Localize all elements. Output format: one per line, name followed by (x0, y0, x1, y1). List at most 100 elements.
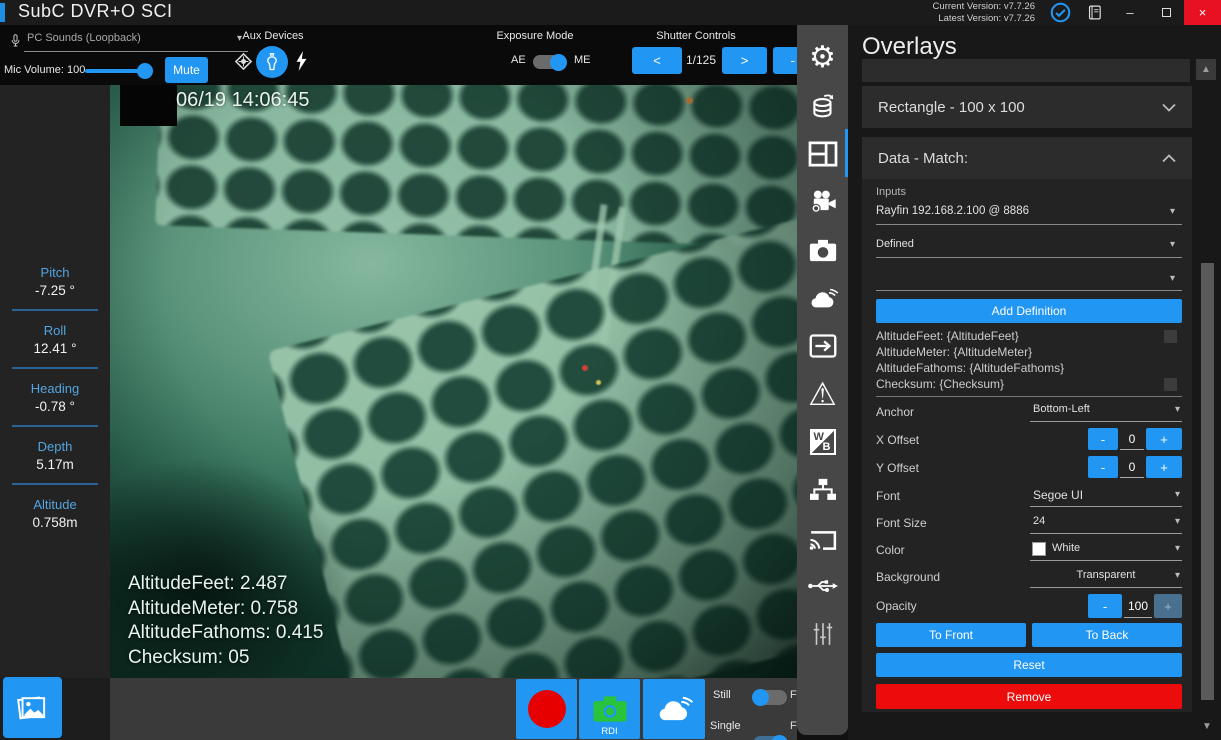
font-dropdown-icon: ▾ (1175, 489, 1180, 500)
definition-row[interactable]: AltitudeFathoms: {AltitudeFathoms} (876, 360, 1064, 376)
to-front-button[interactable]: To Front (876, 623, 1026, 647)
video-feed: 06/19 14:06:45 AltitudeFeet: 2.487 Altit… (110, 85, 797, 678)
telemetry-separator (12, 367, 98, 369)
remove-button[interactable]: Remove (876, 684, 1182, 709)
shutter-extra-button[interactable]: - (773, 47, 797, 74)
color-value: White (1052, 542, 1080, 554)
altitude-label: Altitude (0, 497, 110, 512)
export-icon[interactable] (797, 322, 848, 370)
adjustments-sliders-icon[interactable] (797, 610, 848, 658)
input-mode-select[interactable]: Defined (876, 238, 914, 250)
data-match-expander[interactable]: Data - Match: (862, 137, 1192, 179)
cloud-upload-button[interactable] (643, 679, 705, 739)
definition-underline (876, 290, 1182, 291)
plus-icon: + (1160, 432, 1168, 447)
font-size-select[interactable]: 24 ▾ (1030, 512, 1182, 534)
definition-row[interactable]: AltitudeFeet: {AltitudeFeet} (876, 328, 1064, 344)
exposure-toggle-knob (550, 54, 567, 71)
x-offset-plus-button[interactable]: + (1146, 428, 1182, 450)
color-select[interactable]: White ▾ (1030, 539, 1182, 561)
scroll-down-icon: ▼ (1202, 721, 1212, 732)
overlays-layout-icon[interactable] (797, 130, 848, 178)
mic-volume-slider-track[interactable] (85, 69, 145, 73)
exposure-me-label: ME (574, 54, 591, 66)
telemetry-heading: Heading -0.78 ° (0, 381, 110, 414)
close-button[interactable]: × (1184, 0, 1221, 25)
mute-button[interactable]: Mute (165, 57, 208, 83)
to-back-button[interactable]: To Back (1032, 623, 1182, 647)
exposure-mode-toggle[interactable] (533, 55, 566, 69)
white-balance-icon[interactable]: WB (797, 418, 848, 466)
background-label: Background (876, 570, 940, 584)
opacity-minus-button[interactable]: - (1088, 594, 1122, 618)
still-capture-button[interactable]: RDI (579, 679, 640, 739)
app-title: SubC DVR+O SCI (18, 1, 173, 22)
scroll-down-button[interactable]: ▼ (1197, 716, 1217, 737)
rectangle-overlay-title: Rectangle - 100 x 100 (878, 99, 1025, 116)
reset-button[interactable]: Reset (876, 653, 1182, 677)
single-mode-toggle[interactable] (753, 736, 787, 740)
light-aux-button[interactable] (256, 46, 288, 78)
to-front-label: To Front (929, 628, 973, 642)
shutter-prev-button[interactable]: < (632, 47, 682, 74)
panel-scrollbar-thumb[interactable] (1201, 263, 1214, 700)
y-offset-plus-button[interactable]: + (1146, 456, 1182, 478)
opacity-plus-button-disabled[interactable]: + (1154, 594, 1182, 618)
network-icon[interactable] (797, 466, 848, 514)
cloud-wifi-icon (654, 694, 694, 724)
y-offset-value[interactable]: 0 (1120, 456, 1144, 478)
color-swatch (1032, 542, 1046, 556)
maximize-button[interactable] (1148, 0, 1184, 25)
roll-value: 12.41 ° (0, 341, 110, 356)
storage-database-icon[interactable] (797, 82, 848, 130)
current-version: Current Version: v7.7.26 (933, 1, 1035, 13)
strobe-aux-icon[interactable] (293, 48, 310, 79)
minimize-button[interactable]: – (1112, 0, 1148, 25)
media-gallery-button[interactable] (3, 677, 62, 738)
input-source-dropdown-icon[interactable]: ▾ (1170, 206, 1175, 217)
video-camera-settings-icon[interactable] (797, 178, 848, 226)
x-offset-minus-button[interactable]: - (1088, 428, 1118, 450)
add-definition-button[interactable]: Add Definition (876, 299, 1182, 323)
definition-row[interactable]: AltitudeMeter: {AltitudeMeter} (876, 344, 1064, 360)
telemetry-altitude: Altitude 0.758m (0, 497, 110, 530)
settings-gear-icon[interactable]: ⚙ (797, 34, 848, 82)
opacity-value[interactable]: 100 (1124, 594, 1152, 618)
video-timestamp-overlay: 06/19 14:06:45 (176, 89, 309, 112)
definition-checkbox[interactable] (1164, 378, 1177, 391)
rectangle-overlay-expander[interactable]: Rectangle - 100 x 100 (862, 86, 1192, 128)
definition-dropdown-icon[interactable]: ▾ (1170, 273, 1175, 284)
warning-icon[interactable]: ⚠ (797, 370, 848, 418)
input-mode-dropdown-icon[interactable]: ▾ (1170, 239, 1175, 250)
mic-volume-slider-thumb[interactable] (137, 63, 153, 79)
taskbar-accent (0, 3, 5, 22)
shutter-next-button[interactable]: > (722, 47, 767, 74)
input-source-select[interactable]: Rayfin 192.168.2.100 @ 8886 (876, 205, 1029, 217)
anchor-select[interactable]: Bottom-Left ▾ (1030, 400, 1182, 422)
definition-row[interactable]: Checksum: {Checksum} (876, 376, 1064, 392)
y-offset-minus-button[interactable]: - (1088, 456, 1118, 478)
single-mode-label: Single (710, 720, 741, 732)
usb-icon[interactable] (797, 562, 848, 610)
background-select[interactable]: Transparent ▾ (1030, 566, 1182, 588)
manual-book-icon[interactable] (1086, 3, 1103, 27)
laser-aux-icon[interactable] (232, 50, 255, 78)
cast-icon[interactable] (797, 514, 848, 562)
shutter-next-icon: > (741, 53, 749, 68)
scroll-up-button[interactable]: ▲ (1196, 59, 1216, 80)
cloud-stream-icon[interactable] (797, 274, 848, 322)
title-bar: SubC DVR+O SCI Current Version: v7.7.26 … (0, 0, 1221, 25)
audio-device-select[interactable]: PC Sounds (Loopback) (27, 32, 141, 44)
depth-value: 5.17m (0, 457, 110, 472)
font-select[interactable]: Segoe UI ▾ (1030, 485, 1182, 507)
still-camera-icon[interactable] (797, 226, 848, 274)
definition-checkbox[interactable] (1164, 330, 1177, 343)
record-button[interactable] (516, 679, 577, 739)
x-offset-value[interactable]: 0 (1120, 428, 1144, 450)
minus-icon: - (1101, 432, 1105, 447)
mute-button-label: Mute (173, 63, 200, 77)
plus-icon: + (1160, 460, 1168, 475)
scrolled-expander-partial[interactable] (862, 59, 1190, 82)
still-mode-toggle[interactable] (753, 690, 787, 705)
y-offset-number: 0 (1129, 460, 1136, 474)
